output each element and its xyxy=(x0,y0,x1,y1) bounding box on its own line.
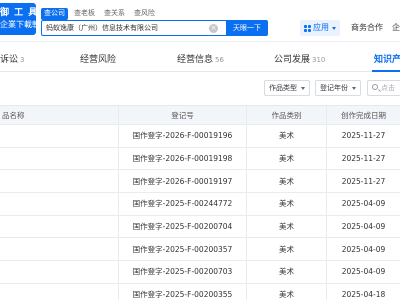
tab-operating-risk[interactable]: 经营风险 xyxy=(80,48,118,72)
logo[interactable]: 御 工 具 企業下載軟件 xyxy=(0,3,36,35)
grid-icon xyxy=(304,24,311,32)
work-name-cell xyxy=(0,193,119,215)
top-header: 御 工 具 企業下載軟件 查公司 查老板 查关系 查风险 蚂蚁逸康（广州）信息技… xyxy=(0,0,400,42)
table-header-row: 品名称 登记号 作品类别 创作完成日期 xyxy=(0,106,400,125)
work-category-cell: 美术 xyxy=(247,283,327,300)
tab-litigation[interactable]: 诉讼 3 xyxy=(0,48,24,72)
completion-date-cell: 2025-04-09 xyxy=(341,199,386,209)
table-search-input[interactable]: 点击 xyxy=(367,80,400,96)
work-name-cell xyxy=(0,283,119,300)
enterprise-link[interactable]: 企 xyxy=(392,20,400,36)
work-category-cell: 美术 xyxy=(247,261,327,283)
table-row[interactable]: 国作登字-2026-F-00019196 美术 2025-11-27 xyxy=(0,125,400,148)
completion-date-cell: 2025-04-09 xyxy=(341,267,386,277)
clear-icon[interactable]: × xyxy=(209,24,218,33)
header-work-name: 品名称 xyxy=(0,106,119,124)
tab-search-boss[interactable]: 查老板 xyxy=(71,8,98,20)
work-category-cell: 美术 xyxy=(247,238,327,261)
chevron-down-icon xyxy=(352,86,356,90)
completion-date-cell: 2025-04-09 xyxy=(341,244,386,254)
tab-search-relation[interactable]: 查关系 xyxy=(101,8,128,20)
search-type-tabs: 查公司 查老板 查关系 查风险 xyxy=(41,8,158,20)
work-name-cell xyxy=(0,238,119,261)
filter-label: 登记年份 xyxy=(320,84,348,92)
work-name-cell xyxy=(0,125,119,147)
search-icon xyxy=(372,84,378,90)
table-search-placeholder: 点击 xyxy=(381,84,395,92)
completion-date-cell: 2025-11-27 xyxy=(341,176,386,186)
registration-number-cell: 国作登字-2025-F-00244772 xyxy=(119,193,247,215)
registration-number-cell: 国作登字-2025-F-00200704 xyxy=(119,215,247,238)
apps-button[interactable]: 应用 xyxy=(300,20,340,36)
tab-search-risk[interactable]: 查风险 xyxy=(131,8,158,20)
table-row[interactable]: 国作登字-2025-F-00200357 美术 2025-04-09 xyxy=(0,238,400,262)
registration-number-cell: 国作登字-2025-F-00200703 xyxy=(119,261,247,283)
tab-label: 经营风险 xyxy=(80,55,117,65)
tab-label: 经营信息 xyxy=(177,55,214,65)
table-row[interactable]: 国作登字-2025-F-00200703 美术 2025-04-09 xyxy=(0,261,400,284)
registration-number-cell: 国作登字-2026-F-00019198 xyxy=(119,147,247,170)
table-row[interactable]: 国作登字-2025-F-00244772 美术 2025-04-09 xyxy=(0,193,400,216)
work-name-cell xyxy=(0,170,119,193)
table-row[interactable]: 国作登字-2026-F-00019197 美术 2025-11-27 xyxy=(0,170,400,194)
registration-number-cell: 国作登字-2025-F-00200357 xyxy=(119,238,247,261)
tab-search-company[interactable]: 查公司 xyxy=(41,8,68,20)
logo-line-1: 御 工 具 xyxy=(0,8,36,18)
completion-date-cell: 2025-04-09 xyxy=(341,222,386,232)
chevron-down-icon xyxy=(301,86,305,90)
table-row[interactable]: 国作登字-2025-F-00200355 美术 2025-04-18 xyxy=(0,283,400,300)
work-type-filter[interactable]: 作品类型 xyxy=(264,80,310,96)
chevron-down-icon xyxy=(332,26,336,30)
logo-line-2: 企業下載軟件 xyxy=(0,20,36,29)
apps-label: 应用 xyxy=(313,23,329,32)
registration-number-cell: 国作登字-2026-F-00019197 xyxy=(119,170,247,193)
registration-number-cell: 国作登字-2025-F-00200355 xyxy=(119,283,247,300)
registration-year-filter[interactable]: 登记年份 xyxy=(315,80,361,96)
tab-company-development[interactable]: 公司发展 310 xyxy=(274,48,325,72)
work-name-cell xyxy=(0,215,119,238)
filter-label: 作品类型 xyxy=(269,84,297,92)
header-completion-date: 创作完成日期 xyxy=(341,110,386,120)
registration-number-cell: 国作登字-2026-F-00019196 xyxy=(119,125,247,147)
search-input[interactable]: 蚂蚁逸康（广州）信息技术有限公司 xyxy=(41,20,226,36)
copyright-table: 品名称 登记号 作品类别 创作完成日期 国作登字-2026-F-00019196… xyxy=(0,105,400,300)
header-registration-number: 登记号 xyxy=(119,106,247,124)
work-category-cell: 美术 xyxy=(247,125,327,147)
completion-date-cell: 2025-04-18 xyxy=(341,290,386,300)
tab-label: 诉讼 xyxy=(0,55,19,65)
header-work-category: 作品类别 xyxy=(247,106,327,124)
work-category-cell: 美术 xyxy=(247,170,327,193)
work-category-cell: 美术 xyxy=(247,215,327,238)
tab-intellectual-property[interactable]: 知识产 xyxy=(374,48,400,72)
business-cooperation-link[interactable]: 商务合作 xyxy=(351,20,383,36)
active-tab-indicator xyxy=(372,70,400,72)
work-category-cell: 美术 xyxy=(247,147,327,170)
work-category-cell: 美术 xyxy=(247,193,327,215)
tab-operating-info[interactable]: 经营信息 56 xyxy=(177,48,224,72)
search-button[interactable]: 天眼一下 xyxy=(226,20,268,36)
work-name-cell xyxy=(0,261,119,283)
completion-date-cell: 2025-11-27 xyxy=(341,131,386,141)
section-tabs: 诉讼 3 经营风险 经营信息 56 公司发展 310 知识产 xyxy=(0,48,400,72)
table-row[interactable]: 国作登字-2025-F-00200704 美术 2025-04-09 xyxy=(0,215,400,239)
completion-date-cell: 2025-11-27 xyxy=(341,154,386,164)
tab-count: 3 xyxy=(20,56,25,64)
tab-count: 56 xyxy=(215,56,224,64)
table-row[interactable]: 国作登字-2026-F-00019198 美术 2025-11-27 xyxy=(0,147,400,171)
work-name-cell xyxy=(0,147,119,170)
tab-label: 公司发展 xyxy=(274,55,311,65)
tab-count: 310 xyxy=(312,56,326,64)
tab-label: 知识产 xyxy=(374,55,400,65)
